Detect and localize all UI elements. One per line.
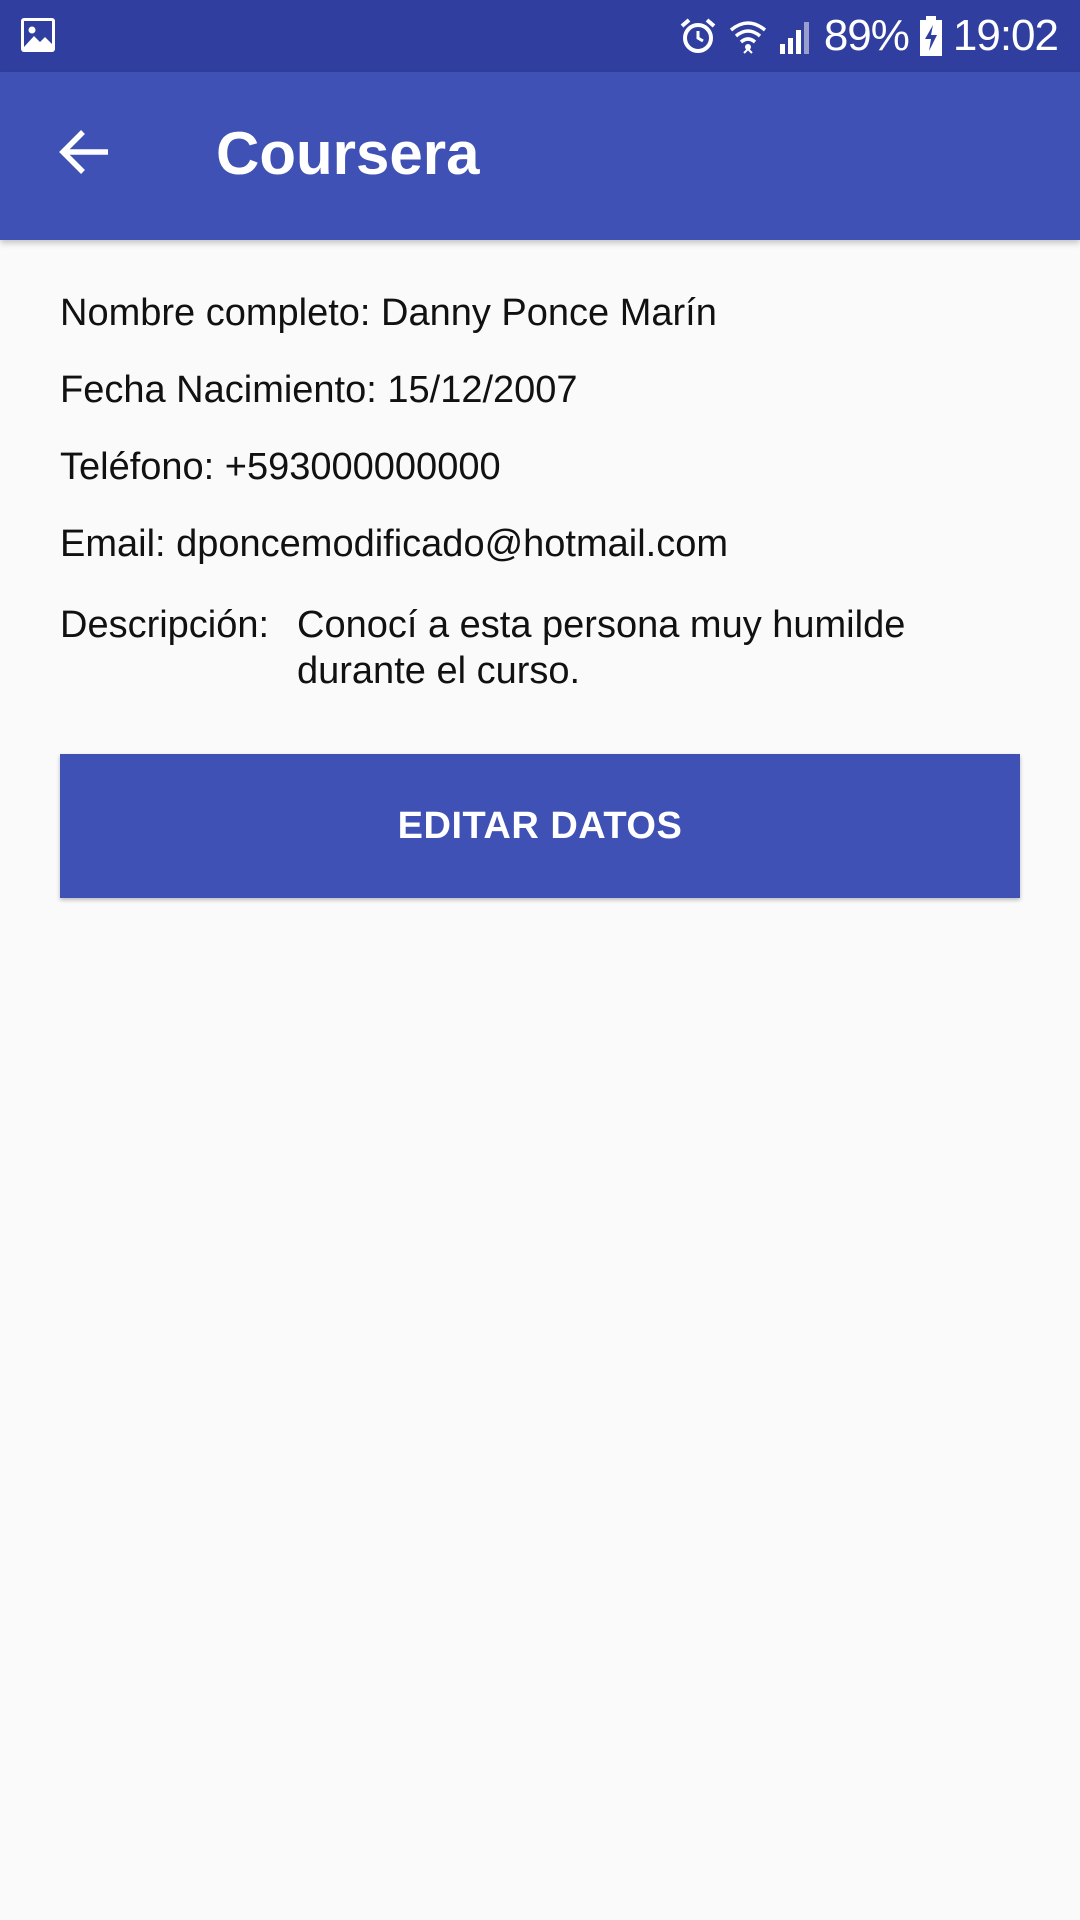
email-row: Email: dponcemodificado@hotmail.com — [60, 521, 728, 567]
phone-label: Teléfono: — [60, 446, 225, 488]
image-icon — [20, 17, 56, 53]
battery-charging-icon — [919, 15, 943, 57]
email-label: Email: — [60, 523, 177, 565]
battery-percent: 89% — [823, 11, 910, 60]
clock: 19:02 — [952, 11, 1059, 60]
app-bar: Coursera — [0, 72, 1080, 240]
arrow-back-icon — [58, 128, 110, 181]
alarm-icon — [678, 16, 718, 56]
phone-value: +593000000000 — [224, 446, 501, 488]
edit-data-button[interactable]: EDITAR DATOS — [60, 754, 1020, 898]
phone-row: Teléfono: +593000000000 — [60, 444, 501, 490]
back-button[interactable] — [42, 112, 126, 196]
name-value: Danny Ponce Marín — [381, 292, 717, 334]
signal-icon — [778, 16, 814, 56]
wifi-icon — [728, 16, 768, 56]
birth-value: 15/12/2007 — [387, 369, 578, 411]
description-value: Conocí a esta persona muy humilde durant… — [297, 604, 906, 692]
email-value: dponcemodificado@hotmail.com — [176, 523, 728, 565]
birth-row: Fecha Nacimiento: 15/12/2007 — [60, 367, 578, 413]
description-label: Descripción: — [60, 604, 270, 646]
birth-label: Fecha Nacimiento: — [60, 369, 388, 411]
page-title: Coursera — [216, 120, 480, 187]
name-label: Nombre completo: — [60, 292, 382, 334]
name-row: Nombre completo: Danny Ponce Marín — [60, 290, 717, 336]
status-bar: 89% 19:02 — [0, 0, 1080, 72]
